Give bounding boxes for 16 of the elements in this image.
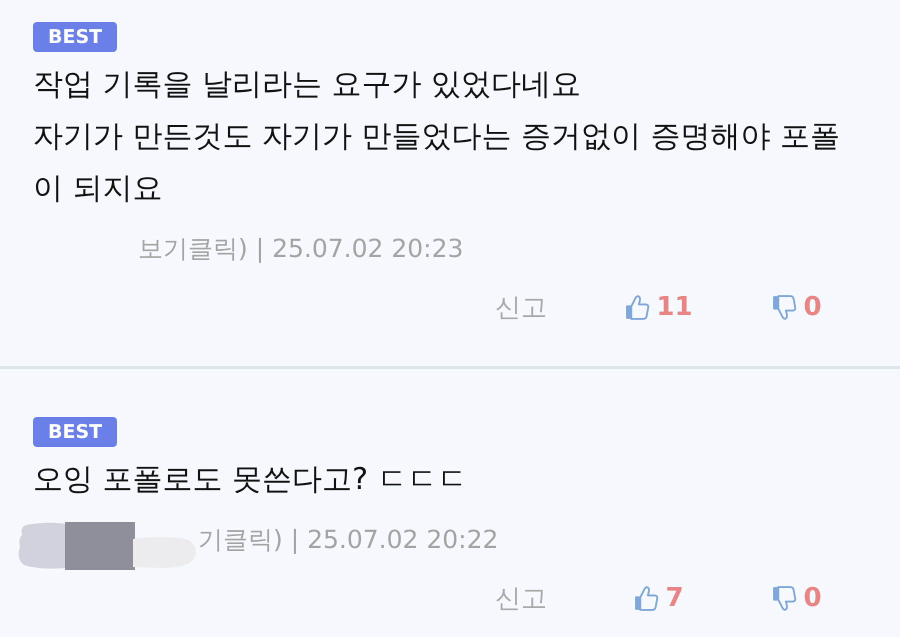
like-button[interactable]: 7 — [634, 583, 684, 613]
thumbs-up-icon — [634, 584, 660, 612]
thumbs-up-icon — [625, 294, 650, 320]
like-button[interactable]: 11 — [625, 292, 693, 322]
comment-meta: 보기클릭) | 25.07.02 20:23 — [138, 232, 464, 264]
best-badge: BEST — [33, 417, 118, 447]
comment-meta: 기클릭) | 25.07.02 20:22 — [198, 524, 498, 556]
dislike-button[interactable]: 0 — [772, 583, 822, 613]
report-button[interactable]: 신고 — [495, 290, 547, 324]
thumbs-down-icon — [772, 584, 798, 612]
thumbs-down-icon — [772, 294, 798, 320]
dislike-button[interactable]: 0 — [772, 292, 822, 322]
comment-text: 작업 기록을 날리라는 요구가 있었다네요 자기가 만든것도 자기가 만들었다는 증거없이 증명해야 포폴 이 되지요 — [33, 66, 842, 208]
report-button[interactable]: 신고 — [495, 580, 547, 616]
comment-text: 오잉 포폴로도 못쓴다고? ㄷㄷㄷ — [33, 461, 469, 499]
best-badge: BEST — [33, 22, 118, 52]
